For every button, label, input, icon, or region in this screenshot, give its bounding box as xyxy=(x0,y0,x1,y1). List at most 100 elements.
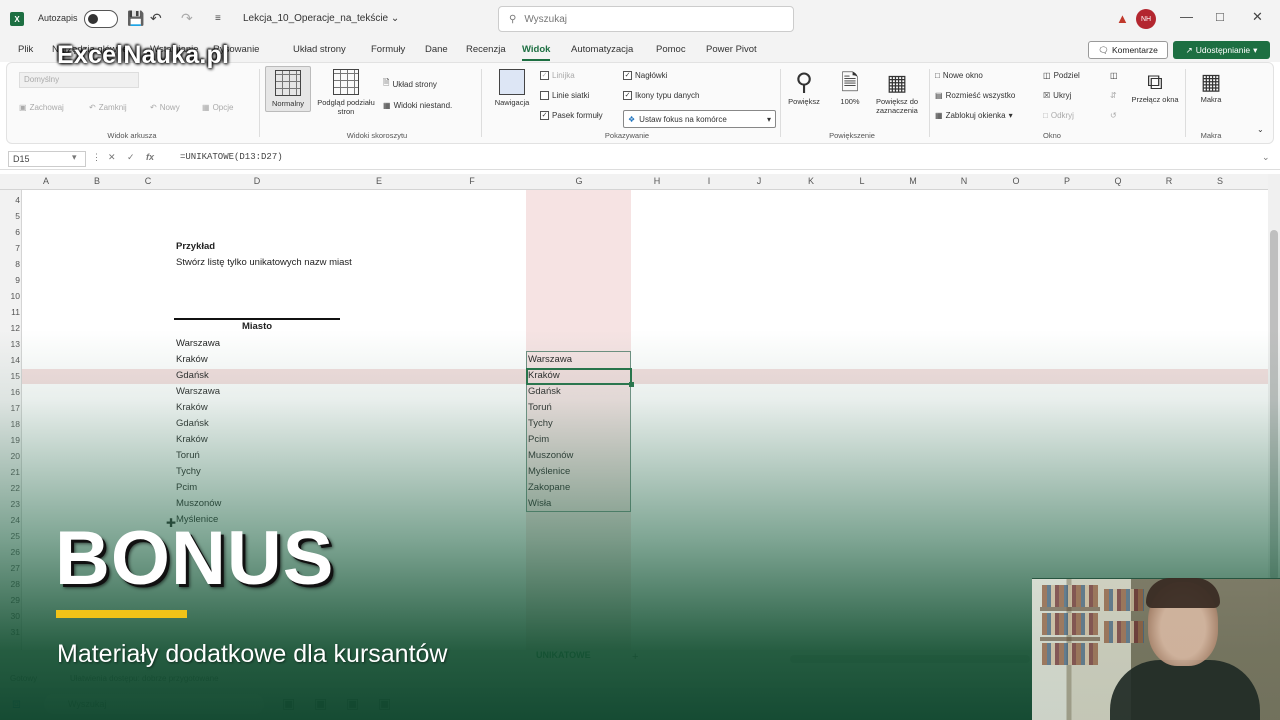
column-header[interactable]: G xyxy=(575,176,582,186)
row-header[interactable]: 4 xyxy=(0,195,20,205)
row-header[interactable]: 18 xyxy=(0,419,20,429)
column-header[interactable]: M xyxy=(909,176,917,186)
gridlines-checkbox[interactable]: Linie siatki xyxy=(540,91,589,100)
row-header[interactable]: 6 xyxy=(0,227,20,237)
row-header[interactable]: 16 xyxy=(0,387,20,397)
spill-cell[interactable]: Myślenice xyxy=(528,466,570,477)
ruler-checkbox[interactable]: ✓ Linijka xyxy=(540,71,575,80)
formula-text[interactable]: =UNIKATOWE(D13:D27) xyxy=(180,152,283,162)
file-name[interactable]: Lekcja_10_Operacje_na_tekście ⌄ xyxy=(243,13,399,24)
row-header[interactable]: 15 xyxy=(0,371,20,381)
row-header[interactable]: 30 xyxy=(0,611,20,621)
row-header[interactable]: 11 xyxy=(0,307,20,317)
active-cell-selection[interactable] xyxy=(526,368,634,387)
table-row[interactable]: Kraków xyxy=(176,434,208,445)
spill-cell[interactable]: Toruń xyxy=(528,402,552,413)
status-accessibility[interactable]: Ułatwienia dostępu: dobrze przygotowane xyxy=(70,674,219,683)
column-header[interactable]: P xyxy=(1064,176,1070,186)
cancel-icon[interactable]: ✕ xyxy=(108,152,116,163)
column-header[interactable]: B xyxy=(94,176,100,186)
zoom-button[interactable]: ⚲ Powiększ xyxy=(785,69,823,106)
row-header[interactable]: 10 xyxy=(0,291,20,301)
page-break-preview-button[interactable]: Podgląd podziału stron xyxy=(313,69,379,116)
sheet-view-exit-button[interactable]: ↶ Zamknij xyxy=(89,103,127,112)
customize-toolbar-icon[interactable]: ≡ xyxy=(215,13,221,24)
table-row[interactable]: Muszonów xyxy=(176,498,221,509)
zoom-to-selection-button[interactable]: ▦ Powiększ do zaznaczenia xyxy=(869,69,925,115)
column-header[interactable]: N xyxy=(961,176,968,186)
scrollbar-thumb[interactable] xyxy=(1270,230,1278,580)
tab-view[interactable]: Widok xyxy=(522,44,551,61)
reset-position-icon[interactable]: ↺ xyxy=(1110,111,1117,120)
row-header[interactable]: 12 xyxy=(0,323,20,333)
tab-formulas[interactable]: Formuły xyxy=(371,44,405,55)
freeze-panes-button[interactable]: ▦ Zablokuj okienka ▾ xyxy=(935,111,1013,120)
redo-icon[interactable]: ↷ xyxy=(181,10,193,27)
column-header[interactable]: I xyxy=(708,176,711,186)
table-row[interactable]: Warszawa xyxy=(176,338,220,349)
warning-icon[interactable]: ▲ xyxy=(1116,11,1129,26)
search-box[interactable]: ⚲ Wyszukaj xyxy=(498,6,794,32)
navigation-button[interactable]: Nawigacja xyxy=(487,69,537,107)
example-title[interactable]: Przykład xyxy=(176,241,215,252)
avatar[interactable]: NH xyxy=(1136,9,1156,29)
sync-scroll-icon[interactable]: ⇵ xyxy=(1110,91,1117,100)
comments-button[interactable]: 🗨 Komentarze xyxy=(1088,41,1168,59)
unhide-button[interactable]: □ Odkryj xyxy=(1043,111,1074,120)
chevron-down-icon[interactable]: ▾ xyxy=(72,152,77,163)
row-header[interactable]: 14 xyxy=(0,355,20,365)
headings-checkbox[interactable]: ✓ Nagłówki xyxy=(623,71,667,80)
tab-review[interactable]: Recenzja xyxy=(466,44,506,55)
view-side-by-side-icon[interactable]: ◫ xyxy=(1110,71,1118,80)
column-header[interactable]: R xyxy=(1166,176,1173,186)
column-header[interactable]: O xyxy=(1012,176,1019,186)
enter-icon[interactable]: ✓ xyxy=(127,152,135,163)
save-icon[interactable]: 💾 xyxy=(127,10,144,27)
column-header[interactable]: A xyxy=(43,176,49,186)
table-row[interactable]: Gdańsk xyxy=(176,418,209,429)
spill-cell[interactable]: Wisła xyxy=(528,498,551,509)
taskbar-app-icon[interactable]: ▣ xyxy=(282,695,295,712)
table-row[interactable]: Warszawa xyxy=(176,386,220,397)
sheet-view-new-button[interactable]: ↶ Nowy xyxy=(150,103,180,112)
column-header[interactable]: D xyxy=(254,176,261,186)
expand-formula-icon[interactable]: ⌄ xyxy=(1262,152,1270,163)
row-header[interactable]: 24 xyxy=(0,515,20,525)
row-header[interactable]: 23 xyxy=(0,499,20,509)
tab-data[interactable]: Dane xyxy=(425,44,448,55)
column-header[interactable]: C xyxy=(145,176,152,186)
row-header[interactable]: 19 xyxy=(0,435,20,445)
row-header[interactable]: 31 xyxy=(0,627,20,637)
sheet-tab-unikatowe[interactable]: UNIKATOWE xyxy=(536,650,591,660)
close-icon[interactable]: ✕ xyxy=(1252,9,1263,25)
table-row[interactable]: Gdańsk xyxy=(176,370,209,381)
row-header[interactable]: 26 xyxy=(0,547,20,557)
column-header[interactable]: J xyxy=(757,176,762,186)
data-type-icons-checkbox[interactable]: ✓ Ikony typu danych xyxy=(623,91,699,100)
zoom-100-button[interactable]: 🗎 100% xyxy=(831,69,869,106)
row-header[interactable]: 5 xyxy=(0,211,20,221)
custom-views-button[interactable]: ▦ Widoki niestand. xyxy=(383,101,452,110)
tab-power-pivot[interactable]: Power Pivot xyxy=(706,44,757,55)
spill-cell[interactable]: Muszonów xyxy=(528,450,573,461)
undo-icon[interactable]: ↶ xyxy=(150,10,162,27)
sheet-view-dropdown[interactable]: Domyślny xyxy=(19,72,139,88)
taskbar-app-icon[interactable]: ▣ xyxy=(346,695,359,712)
add-sheet-icon[interactable]: + xyxy=(632,651,638,663)
minimize-icon[interactable]: — xyxy=(1180,9,1193,24)
column-header[interactable]: S xyxy=(1217,176,1223,186)
collapse-ribbon-icon[interactable]: ⌄ xyxy=(1257,125,1264,134)
row-header[interactable]: 17 xyxy=(0,403,20,413)
column-header[interactable]: Q xyxy=(1114,176,1121,186)
row-header[interactable]: 25 xyxy=(0,531,20,541)
row-header[interactable]: 13 xyxy=(0,339,20,349)
table-row[interactable]: Tychy xyxy=(176,466,201,477)
share-button[interactable]: ↗ Udostępnianie ▾ xyxy=(1173,41,1270,59)
tab-page-layout[interactable]: Układ strony xyxy=(293,44,346,55)
windows-start-icon[interactable]: ⧈ xyxy=(12,695,21,712)
row-header[interactable]: 28 xyxy=(0,579,20,589)
new-window-button[interactable]: □ Nowe okno xyxy=(935,71,983,80)
row-header[interactable]: 27 xyxy=(0,563,20,573)
taskbar-app-icon[interactable]: ▣ xyxy=(314,695,327,712)
taskbar-app-icon[interactable]: ▣ xyxy=(378,695,391,712)
